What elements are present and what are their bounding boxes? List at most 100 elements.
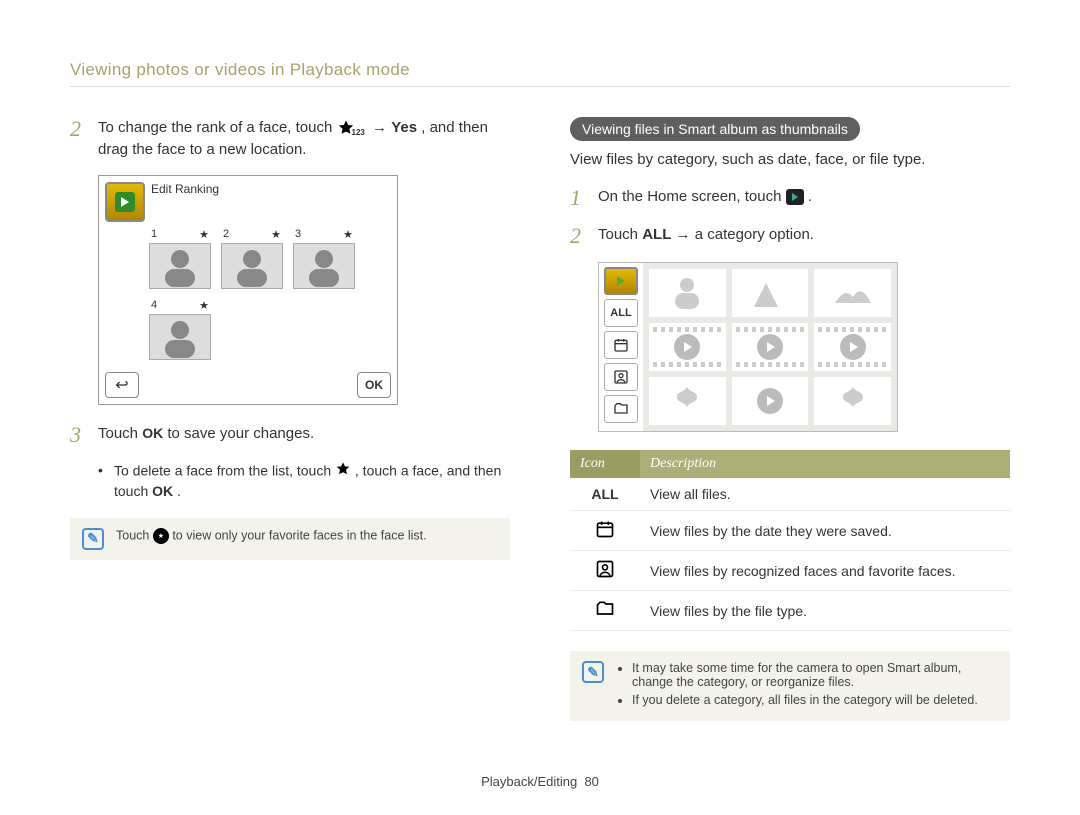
play-icon xyxy=(674,334,700,360)
step-body: On the Home screen, touch . xyxy=(598,186,812,210)
thumb-video[interactable] xyxy=(732,323,809,371)
play-icon xyxy=(757,334,783,360)
right-step-2: 2 Touch ALL → a category option. xyxy=(570,224,1010,248)
ok-inline: OK xyxy=(142,425,163,441)
step-number: 1 xyxy=(570,186,586,210)
text: Touch xyxy=(116,528,153,542)
cell-icon-face xyxy=(570,551,640,591)
text: to save your changes. xyxy=(167,425,314,442)
ok-inline: OK xyxy=(152,483,173,499)
star-icon xyxy=(335,461,351,483)
face-thumb[interactable] xyxy=(221,243,283,289)
album-icon[interactable] xyxy=(604,267,638,295)
text: On the Home screen, touch xyxy=(598,188,786,205)
bullet-dot: • xyxy=(98,461,104,502)
table-row: View files by recognized faces and favor… xyxy=(570,551,1010,591)
page-footer: Playback/Editing 80 xyxy=(0,774,1080,789)
subsection-pill: Viewing files in Smart album as thumbnai… xyxy=(570,117,860,141)
section-header: Viewing photos or videos in Playback mod… xyxy=(70,60,1010,80)
star-icon: ★ xyxy=(199,228,209,241)
sidebar-filetype[interactable] xyxy=(604,395,638,423)
edit-ranking-screen: Edit Ranking 1★ 2★ 3★ xyxy=(98,175,398,405)
icon-description-table: Icon Description ALL View all files. Vie… xyxy=(570,450,1010,631)
smart-album-screen: ALL xyxy=(598,262,898,432)
back-button[interactable] xyxy=(105,372,139,398)
thumb[interactable] xyxy=(649,269,726,317)
thumb[interactable] xyxy=(649,377,726,425)
footer-page: 80 xyxy=(584,774,598,789)
rank-cell-1[interactable]: 1★ xyxy=(149,228,211,289)
thumb-video[interactable] xyxy=(814,323,891,371)
cell-desc: View files by the date they were saved. xyxy=(640,511,1010,551)
cell-icon-calendar xyxy=(570,511,640,551)
text: → a category option. xyxy=(676,226,814,243)
tip-item: It may take some time for the camera to … xyxy=(632,661,998,689)
cell-icon-all: ALL xyxy=(570,478,640,511)
rank-num: 4 xyxy=(151,299,157,311)
cell-desc: View files by recognized faces and favor… xyxy=(640,551,1010,591)
face-thumb[interactable] xyxy=(293,243,355,289)
thumbnail-grid xyxy=(643,263,897,431)
sidebar-date[interactable] xyxy=(604,331,638,359)
step-number: 3 xyxy=(70,423,86,447)
step-number: 2 xyxy=(570,224,586,248)
text: . xyxy=(177,483,181,499)
tip-box-left: ✎ Touch ★ to view only your favorite fac… xyxy=(70,518,510,560)
playback-app-icon xyxy=(786,189,804,205)
th-desc: Description xyxy=(640,450,1010,478)
step-3: 3 Touch OK to save your changes. xyxy=(70,423,510,447)
star-icon: ★ xyxy=(271,228,281,241)
rank-num: 3 xyxy=(295,228,301,240)
text: To delete a face from the list, touch xyxy=(114,462,335,478)
thumb[interactable] xyxy=(814,269,891,317)
play-icon xyxy=(840,334,866,360)
table-row: ALL View all files. xyxy=(570,478,1010,511)
category-sidebar: ALL xyxy=(599,263,643,431)
favorites-icon: ★ xyxy=(153,528,169,544)
screen-title: Edit Ranking xyxy=(151,176,219,228)
face-thumb[interactable] xyxy=(149,314,211,360)
text: . xyxy=(808,188,812,205)
thumb[interactable] xyxy=(814,377,891,425)
ok-button[interactable]: OK xyxy=(357,372,391,398)
folder-icon xyxy=(595,599,615,619)
right-step-1: 1 On the Home screen, touch . xyxy=(570,186,1010,210)
text: to view only your favorite faces in the … xyxy=(172,528,426,542)
text: Touch xyxy=(598,226,642,243)
tip-box-right: ✎ It may take some time for the camera t… xyxy=(570,651,1010,721)
rank-cell-4[interactable]: 4★ xyxy=(149,299,211,360)
step-body: Touch ALL → a category option. xyxy=(598,224,814,248)
step-2: 2 To change the rank of a face, touch 12… xyxy=(70,117,510,161)
cell-desc: View files by the file type. xyxy=(640,591,1010,631)
rank-cell-3[interactable]: 3★ xyxy=(293,228,355,289)
yes-label: Yes xyxy=(391,119,417,136)
face-thumb[interactable] xyxy=(149,243,211,289)
tip-item: If you delete a category, all files in t… xyxy=(632,693,998,707)
sidebar-face[interactable] xyxy=(604,363,638,391)
play-icon xyxy=(757,388,783,414)
text: Touch xyxy=(98,425,142,442)
left-column: 2 To change the rank of a face, touch 1 2… xyxy=(70,117,510,721)
rank-cell-2[interactable]: 2★ xyxy=(221,228,283,289)
thumb[interactable] xyxy=(732,269,809,317)
rank-num: 2 xyxy=(223,228,229,240)
th-icon: Icon xyxy=(570,450,640,478)
star-icon: ★ xyxy=(199,299,209,312)
face-icon xyxy=(595,559,615,579)
sub-bullet: • To delete a face from the list, touch … xyxy=(98,461,510,502)
subsection-desc: View files by category, such as date, fa… xyxy=(570,151,1010,168)
table-row: View files by the date they were saved. xyxy=(570,511,1010,551)
text: To change the rank of a face, touch xyxy=(98,119,337,136)
all-label: ALL xyxy=(642,226,671,243)
sidebar-all[interactable]: ALL xyxy=(604,299,638,327)
note-icon: ✎ xyxy=(82,528,104,550)
table-row: View files by the file type. xyxy=(570,591,1010,631)
note-icon: ✎ xyxy=(582,661,604,683)
album-icon xyxy=(105,182,145,222)
footer-section: Playback/Editing xyxy=(481,774,577,789)
step-number: 2 xyxy=(70,117,86,161)
right-column: Viewing files in Smart album as thumbnai… xyxy=(570,117,1010,721)
thumb-video[interactable] xyxy=(649,323,726,371)
thumb-video[interactable] xyxy=(732,377,809,425)
rank-num: 1 xyxy=(151,228,157,240)
